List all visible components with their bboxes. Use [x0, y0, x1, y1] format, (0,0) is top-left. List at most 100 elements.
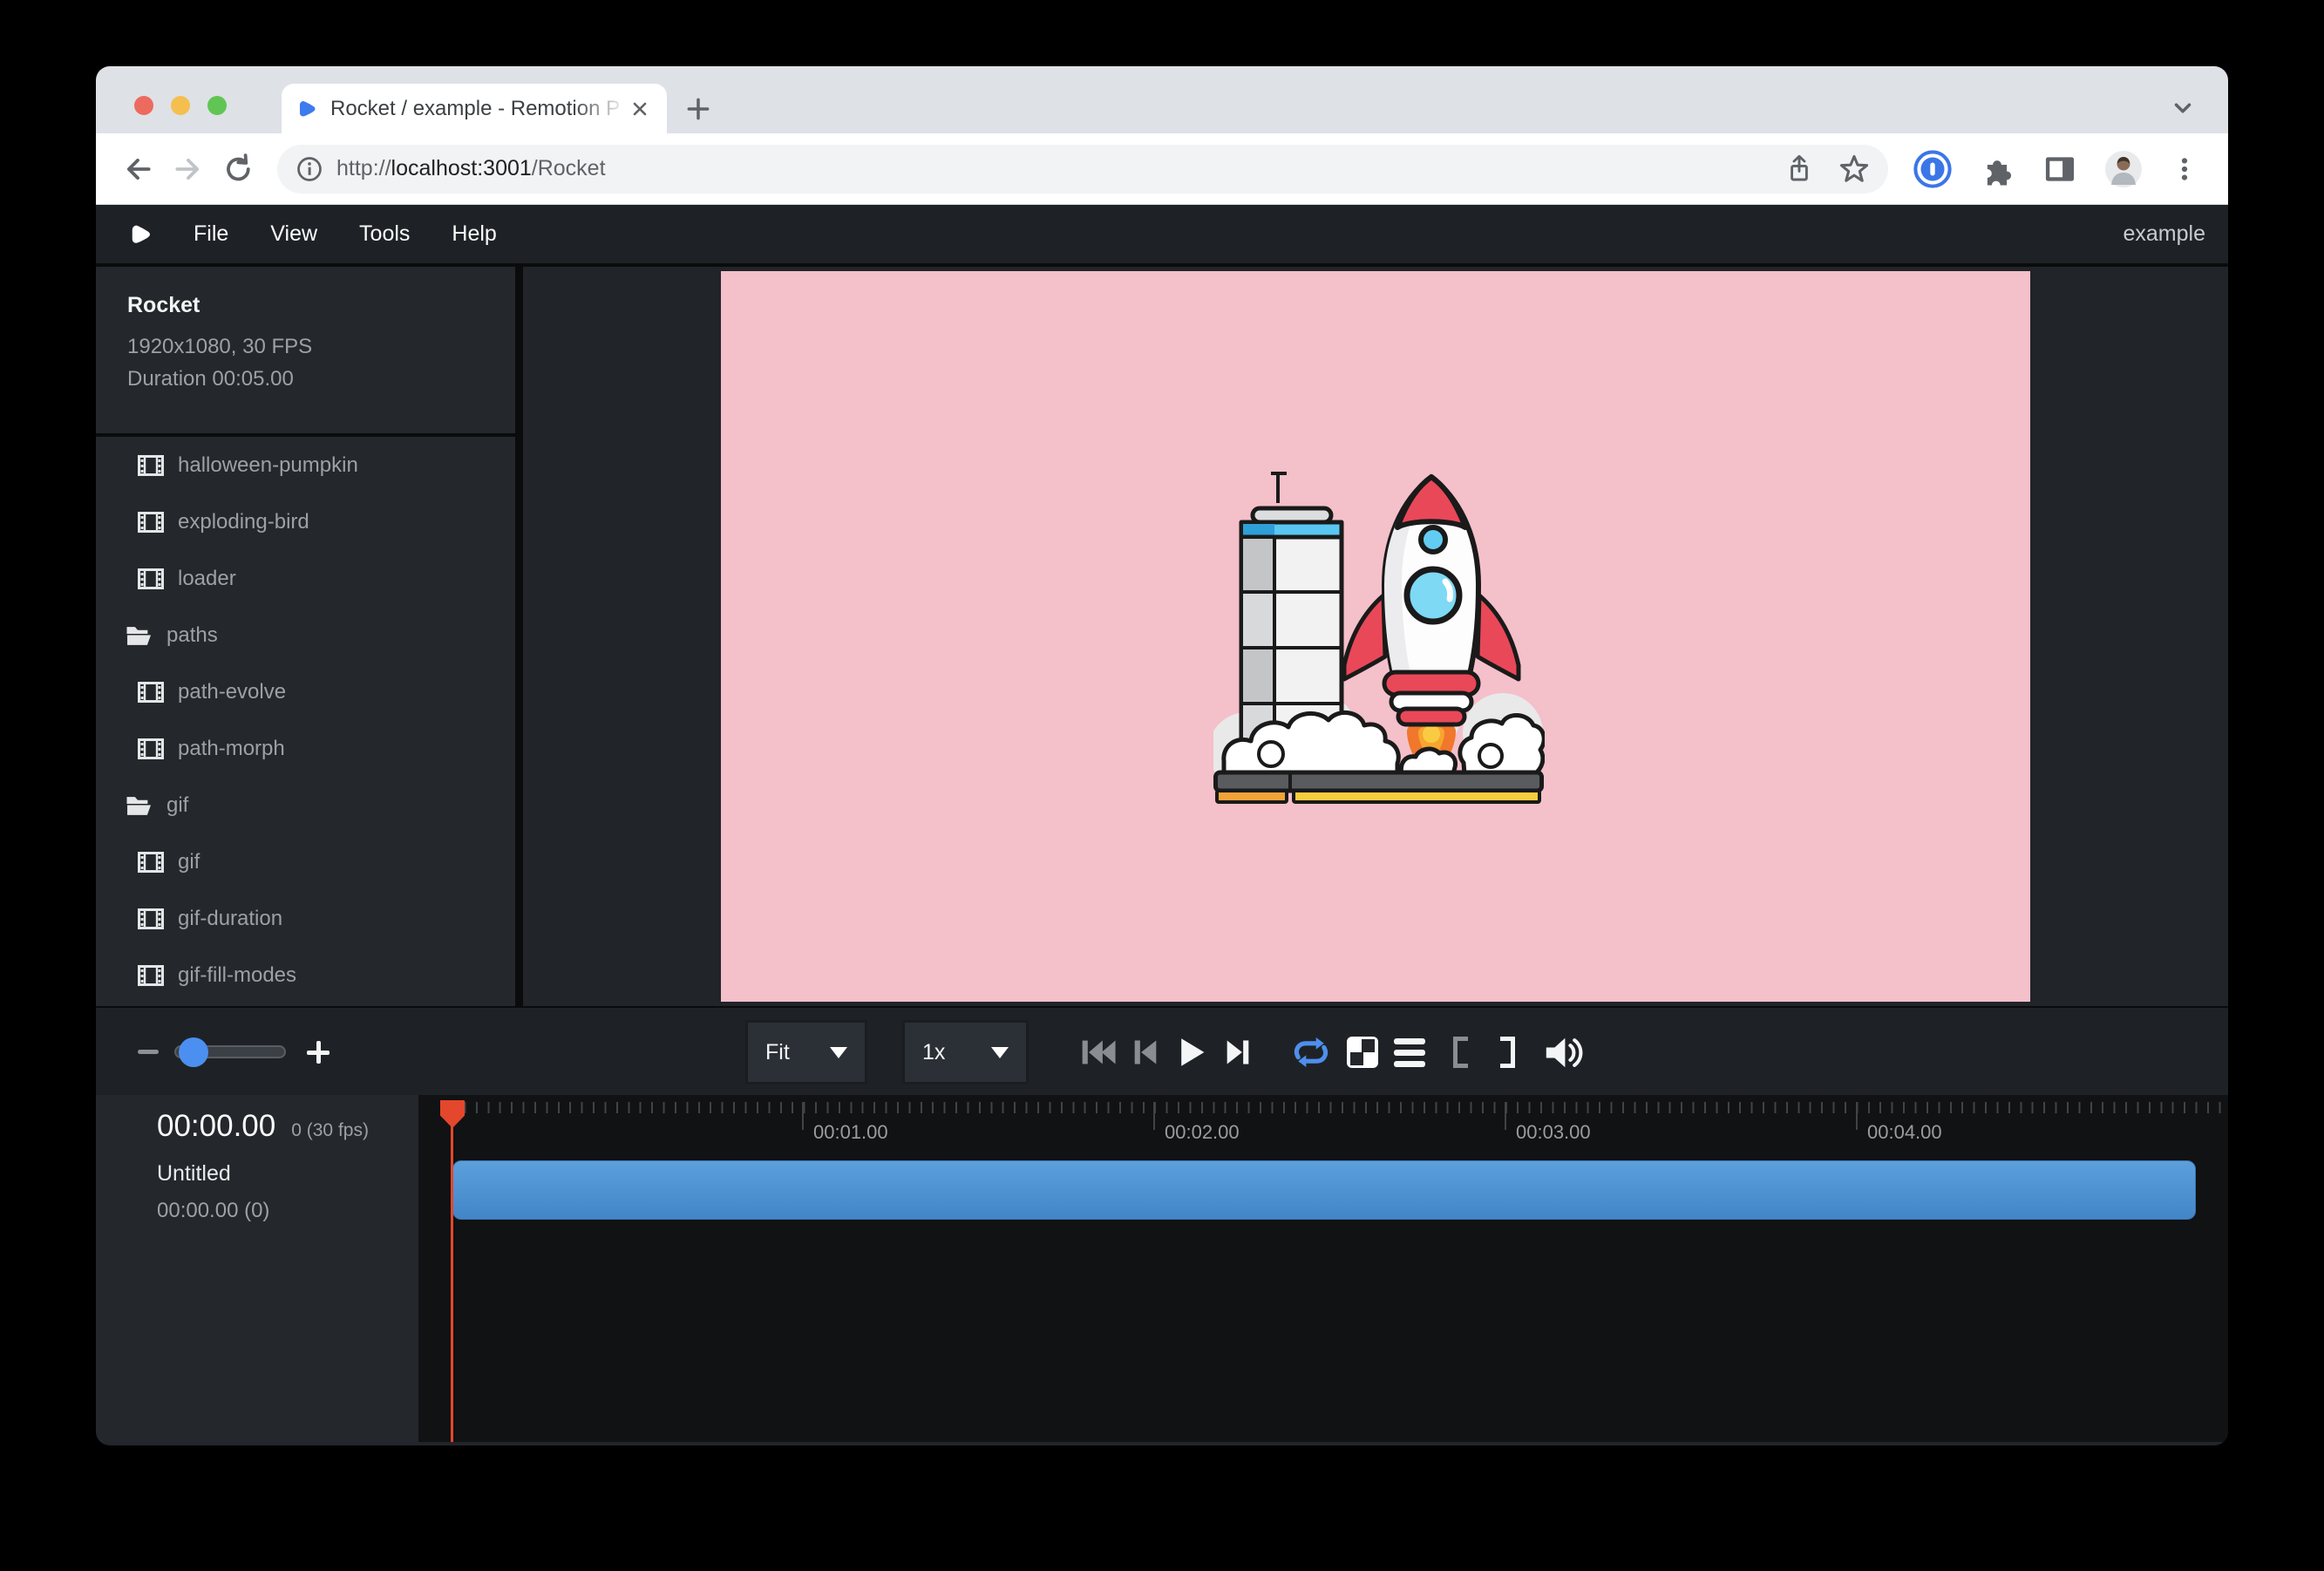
compositions-sidebar: Rocket 1920x1080, 30 FPS Duration 00:05.…: [96, 267, 523, 1006]
film-icon: [138, 512, 164, 533]
url-host: localhost:3001: [391, 156, 532, 180]
sidebar-folder-paths[interactable]: paths: [96, 607, 515, 663]
film-icon: [138, 455, 164, 476]
in-point-bracket-icon[interactable]: [1446, 1008, 1474, 1097]
composition-info: Rocket 1920x1080, 30 FPS Duration 00:05.…: [96, 267, 515, 437]
sidebar-item-label: gif: [166, 793, 188, 818]
skip-to-start-button[interactable]: [1077, 1008, 1119, 1097]
bookmark-star-icon[interactable]: [1838, 153, 1871, 186]
volume-icon[interactable]: [1539, 1008, 1587, 1097]
ruler-label: 00:02.00: [1165, 1121, 1240, 1144]
forward-button[interactable]: [169, 150, 207, 188]
url-path: /Rocket: [532, 156, 606, 180]
size-select-value: Fit: [765, 1040, 790, 1065]
sidebar-item-gif-duration[interactable]: gif-duration: [96, 890, 515, 947]
rocket-illustration: [1213, 463, 1545, 805]
film-icon: [138, 965, 164, 986]
composition-duration: Duration 00:05.00: [127, 363, 515, 395]
timeline-info: 00:00.00 0 (30 fps) Untitled 00:00.00 (0): [96, 1095, 418, 1442]
sidebar-folder-gif[interactable]: gif: [96, 777, 515, 833]
transparency-checkerboard-icon[interactable]: [1345, 1008, 1380, 1097]
previous-frame-button[interactable]: [1128, 1008, 1163, 1097]
zoom-slider-thumb[interactable]: [179, 1037, 208, 1067]
zoom-in-icon[interactable]: [307, 1041, 330, 1064]
out-point-bracket-icon[interactable]: [1493, 1008, 1521, 1097]
composition-resolution: 1920x1080, 30 FPS: [127, 330, 515, 363]
size-select[interactable]: Fit: [745, 1020, 867, 1085]
ruler-label: 00:04.00: [1867, 1121, 1942, 1144]
ruler-second-tick: [1153, 1102, 1155, 1130]
tab-title: Rocket / example - Remotion P: [330, 97, 627, 121]
sidebar-item-label: halloween-pumpkin: [178, 453, 358, 478]
close-window-button[interactable]: [134, 96, 153, 115]
sidebar-item-label: loader: [178, 567, 236, 591]
loop-icon[interactable]: [1288, 1008, 1334, 1097]
avatar[interactable]: [2104, 150, 2143, 188]
sidebar-item-label: gif-duration: [178, 907, 282, 931]
share-icon[interactable]: [1784, 153, 1815, 185]
remotion-favicon-icon: [296, 98, 318, 120]
site-info-icon[interactable]: [295, 154, 324, 184]
film-icon: [138, 908, 164, 929]
sidebar-item-gif-fill-modes[interactable]: gif-fill-modes: [96, 947, 515, 999]
track-time: 00:00.00 (0): [157, 1199, 418, 1223]
composition-list: halloween-pumpkin exploding-bird loader …: [96, 437, 515, 999]
zoom-window-button[interactable]: [207, 96, 227, 115]
close-tab-icon[interactable]: [627, 96, 653, 122]
side-panel-icon[interactable]: [2042, 151, 2078, 187]
track-name: Untitled: [157, 1161, 418, 1187]
timeline-tracks-icon[interactable]: [1392, 1008, 1427, 1097]
menu-view[interactable]: View: [249, 221, 338, 247]
menu-help[interactable]: Help: [431, 221, 517, 247]
timeline-panel: 00:00.00 0 (30 fps) Untitled 00:00.00 (0)…: [96, 1095, 2228, 1442]
menu-tools[interactable]: Tools: [338, 221, 431, 247]
remotion-logo-icon[interactable]: [127, 221, 153, 248]
timeline-tracks[interactable]: 00:01.00 00:02.00 00:03.00 00:04.00: [418, 1095, 2228, 1442]
playhead[interactable]: [440, 1100, 465, 1128]
sidebar-item-label: exploding-bird: [178, 510, 309, 534]
current-frame-label: 0 (30 fps): [291, 1120, 369, 1140]
new-tab-button[interactable]: [682, 92, 715, 126]
open-folder-icon: [125, 793, 153, 817]
film-icon: [138, 682, 164, 703]
sidebar-item-label: path-morph: [178, 737, 285, 761]
sidebar-item-halloween-pumpkin[interactable]: halloween-pumpkin: [96, 437, 515, 493]
timeline-ruler[interactable]: [452, 1102, 2223, 1113]
menu-file[interactable]: File: [173, 221, 249, 247]
open-folder-icon: [125, 623, 153, 647]
current-time: 00:00.00: [157, 1109, 275, 1144]
address-bar[interactable]: http://localhost:3001/Rocket: [277, 145, 1888, 194]
sidebar-item-label: path-evolve: [178, 680, 286, 704]
sidebar-item-gif[interactable]: gif: [96, 833, 515, 890]
film-icon: [138, 852, 164, 873]
timeline-clip[interactable]: [452, 1160, 2196, 1220]
play-button[interactable]: [1173, 1008, 1210, 1097]
speed-select-value: 1x: [922, 1040, 945, 1065]
back-button[interactable]: [119, 150, 157, 188]
tab-search-chevron-icon[interactable]: [2167, 92, 2198, 124]
sidebar-item-path-morph[interactable]: path-morph: [96, 720, 515, 777]
kebab-menu-icon[interactable]: [2169, 153, 2200, 185]
sidebar-item-loader[interactable]: loader: [96, 550, 515, 607]
composition-canvas: [721, 271, 2030, 1002]
bundle-name-label: example: [2124, 221, 2206, 247]
preview-toolbar: Fit 1x: [96, 1006, 2228, 1095]
extensions-puzzle-icon[interactable]: [1979, 151, 2015, 187]
sidebar-item-exploding-bird[interactable]: exploding-bird: [96, 493, 515, 550]
next-frame-button[interactable]: [1220, 1008, 1255, 1097]
active-tab[interactable]: Rocket / example - Remotion P: [282, 84, 667, 133]
sidebar-item-path-evolve[interactable]: path-evolve: [96, 663, 515, 720]
window-controls: [134, 96, 227, 115]
minimize-window-button[interactable]: [171, 96, 190, 115]
remotion-menu-bar: File View Tools Help example: [96, 205, 2228, 267]
password-manager-icon[interactable]: [1913, 149, 1953, 189]
film-icon: [138, 738, 164, 759]
reload-button[interactable]: [220, 150, 258, 188]
speed-select[interactable]: 1x: [902, 1020, 1029, 1085]
url-scheme: http://: [336, 156, 391, 180]
browser-window: Rocket / example - Remotion P http://loc…: [96, 66, 2228, 1445]
sidebar-item-label: paths: [166, 623, 218, 648]
playhead-line: [451, 1100, 453, 1442]
browser-toolbar: http://localhost:3001/Rocket: [96, 133, 2228, 205]
zoom-out-icon[interactable]: [138, 1050, 159, 1054]
